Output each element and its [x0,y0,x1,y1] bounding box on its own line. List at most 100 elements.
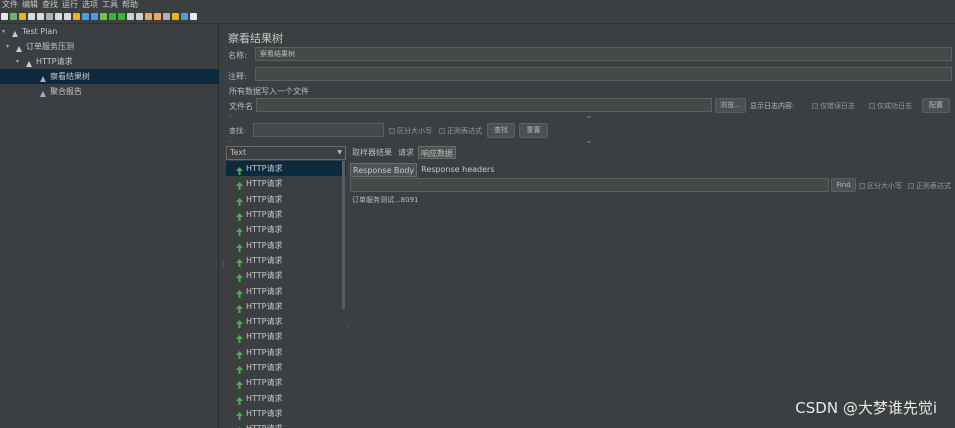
response-case-sensitive-checkbox[interactable]: 区分大小写 [859,181,902,191]
start-icon[interactable] [109,13,116,20]
success-icon [236,180,243,191]
result-item[interactable]: HTTP请求 [226,345,346,360]
cut-icon[interactable] [55,13,62,20]
menu-options[interactable]: 选项 [82,0,98,10]
errors-only-checkbox[interactable]: 仅错误日志 [812,101,855,111]
menu-search[interactable]: 查找 [42,0,58,10]
templates-icon[interactable] [10,13,17,20]
collapse-icon[interactable] [91,13,98,20]
success-icon [236,364,243,374]
result-item-label: HTTP请求 [246,271,283,281]
browse-button[interactable]: 浏览... [715,98,746,113]
clear-icon[interactable] [145,13,152,20]
renderer-select[interactable]: Text ▼ [226,146,346,160]
result-item-label: HTTP请求 [246,194,283,204]
tree-item[interactable]: 聚合报告 [30,84,82,99]
response-body-text: 订单服务测试...8091 [352,196,419,204]
name-field[interactable]: 察看结果树 [255,47,952,61]
menu-tools[interactable]: 工具 [102,0,118,10]
open-icon[interactable] [19,13,26,20]
response-subtab[interactable]: Response headers [419,163,496,177]
detail-tab[interactable]: 请求 [396,146,416,159]
response-find-field[interactable] [350,178,829,192]
success-only-checkbox[interactable]: 仅成功日志 [869,101,912,111]
tree-item[interactable]: ▾ 订单服务压测 [6,39,74,54]
menu-help[interactable]: 帮助 [122,0,138,10]
tree-item[interactable]: 察看结果树 [0,69,219,84]
menu-run[interactable]: 运行 [62,0,78,10]
copy-icon[interactable] [64,13,71,20]
filename-field[interactable] [256,98,712,112]
result-item-label: HTTP请求 [246,164,283,174]
result-item[interactable]: HTTP请求 [226,253,346,268]
result-item[interactable]: HTTP请求 [226,360,346,375]
tree-item[interactable]: ▾ HTTP请求 [16,54,72,69]
stop-icon[interactable] [127,13,134,20]
write-all-label: 所有数据写入一个文件 [229,87,309,96]
detail-tab[interactable]: 取样器结果 [350,146,394,159]
result-item[interactable]: HTTP请求 [226,237,346,252]
test-plan-tree: ▾ Test Plan ▾ 订单服务压测 ▾ HTTP请求察看结果树 聚合报告 [0,24,219,428]
result-item[interactable]: HTTP请求 [226,421,346,428]
new-icon[interactable] [1,13,8,20]
result-item[interactable]: HTTP请求 [226,207,346,222]
configure-button[interactable]: 配置 [922,98,950,113]
regex-checkbox[interactable]: 正则表达式 [439,126,482,136]
checkbox-box [869,103,875,109]
detail-tab[interactable]: 响应数据 [418,146,456,159]
clear-all-icon[interactable] [154,13,161,20]
result-item[interactable]: HTTP请求 [226,314,346,329]
result-item-label: HTTP请求 [246,179,283,189]
find-button[interactable]: 查找 [487,123,515,138]
response-regex-checkbox[interactable]: 正则表达式 [908,181,951,191]
response-subtab[interactable]: Response Body [350,163,418,177]
paste-icon[interactable] [73,13,80,20]
comment-field[interactable] [255,67,952,81]
result-item[interactable]: HTTP请求 [226,161,346,177]
result-item[interactable]: HTTP请求 [226,375,346,390]
result-item[interactable]: HTTP请求 [226,176,346,191]
tree-item-label: HTTP请求 [36,57,73,66]
result-item-label: HTTP请求 [246,255,283,265]
save-icon[interactable] [37,13,44,20]
search-field[interactable] [253,123,384,137]
reset-search-icon[interactable] [172,13,179,20]
result-item[interactable]: HTTP请求 [226,192,346,207]
result-item[interactable]: HTTP请求 [226,268,346,283]
result-list-scrollbar[interactable] [342,161,345,309]
case-sensitive-checkbox[interactable]: 区分大小写 [389,126,432,136]
menu-file[interactable]: 文件 [2,0,18,10]
expand-toggle-icon[interactable]: ▾ [6,39,12,54]
checkbox-box [859,183,865,189]
success-icon [236,288,243,298]
success-only-label: 仅成功日志 [877,102,912,110]
menu-edit[interactable]: 编辑 [22,0,38,10]
function-helper-icon[interactable] [181,13,188,20]
save-as-icon[interactable] [46,13,53,20]
result-item[interactable]: HTTP请求 [226,283,346,298]
success-icon [236,226,243,237]
result-item[interactable]: HTTP请求 [226,390,346,405]
tree-item[interactable]: ▾ Test Plan [2,24,57,39]
splitter-handle[interactable]: ⋮ [346,324,352,331]
response-find-button[interactable]: Find [831,178,856,192]
result-item-label: HTTP请求 [246,286,283,296]
shutdown-icon[interactable] [136,13,143,20]
success-icon [236,257,243,267]
result-item[interactable]: HTTP请求 [226,406,346,421]
toggle-icon[interactable] [100,13,107,20]
expand-icon[interactable] [82,13,89,20]
reset-button[interactable]: 重置 [519,123,548,138]
result-item[interactable]: HTTP请求 [226,329,346,344]
search-icon[interactable] [163,13,170,20]
help-icon[interactable] [190,13,197,20]
expand-toggle-icon[interactable]: ▾ [16,54,22,69]
start-no-pause-icon[interactable] [118,13,125,20]
close-icon[interactable] [28,13,35,20]
expand-toggle-icon[interactable]: ▾ [2,24,8,39]
result-item-label: HTTP请求 [246,240,283,250]
result-item[interactable]: HTTP请求 [226,299,346,314]
response-subtabs: Response Body Response headers [350,163,497,177]
result-item[interactable]: HTTP请求 [226,222,346,237]
result-item-label: HTTP请求 [246,347,283,357]
